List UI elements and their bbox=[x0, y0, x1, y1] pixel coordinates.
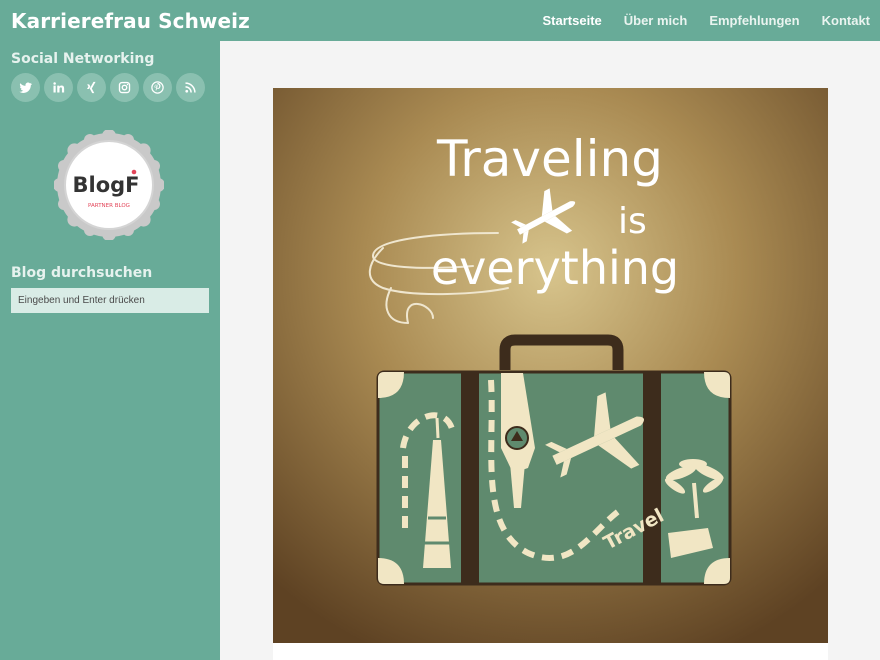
linkedin-icon[interactable] bbox=[44, 73, 73, 102]
top-bar: Karrierefrau Schweiz Startseite Über mic… bbox=[0, 0, 880, 41]
nav-item-kontakt[interactable]: Kontakt bbox=[822, 13, 870, 28]
badge-subtitle: PARTNER BLOG bbox=[88, 203, 130, 209]
rss-icon[interactable] bbox=[176, 73, 205, 102]
pinterest-icon[interactable] bbox=[143, 73, 172, 102]
search-input[interactable] bbox=[11, 288, 209, 313]
post-featured-image[interactable]: Traveling is everything Travel bbox=[273, 88, 828, 643]
hero-line-everything: everything bbox=[431, 241, 679, 295]
main-content: Traveling is everything Travel bbox=[220, 41, 880, 660]
xing-icon[interactable] bbox=[77, 73, 106, 102]
badge-name: BlogF bbox=[72, 173, 139, 197]
nav-item-startseite[interactable]: Startseite bbox=[543, 13, 602, 28]
twitter-icon[interactable] bbox=[11, 73, 40, 102]
nav-item-ueber-mich[interactable]: Über mich bbox=[624, 13, 688, 28]
blogf-partner-badge[interactable]: BlogF PARTNER BLOG bbox=[54, 130, 164, 240]
sidebar: Social Networking BlogF PARTNER BLOG Blo… bbox=[0, 41, 220, 660]
suitcase-illustration: Travel bbox=[376, 334, 732, 586]
social-icons bbox=[11, 73, 205, 102]
hero-line-traveling: Traveling bbox=[436, 130, 663, 188]
post-card: Traveling is everything Travel bbox=[273, 88, 828, 660]
main-nav: Startseite Über mich Empfehlungen Kontak… bbox=[543, 13, 871, 28]
hero-line-is: is bbox=[618, 201, 647, 242]
social-heading: Social Networking bbox=[11, 51, 155, 67]
search-heading: Blog durchsuchen bbox=[11, 265, 153, 281]
instagram-icon[interactable] bbox=[110, 73, 139, 102]
nav-item-empfehlungen[interactable]: Empfehlungen bbox=[709, 13, 799, 28]
site-title[interactable]: Karrierefrau Schweiz bbox=[11, 9, 250, 33]
